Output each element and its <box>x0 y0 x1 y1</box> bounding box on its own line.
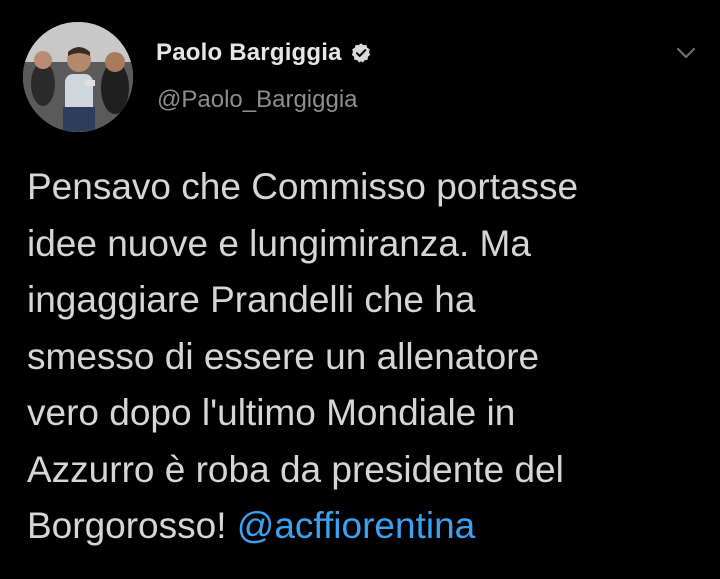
tweet-text-line: Borgorosso! <box>27 505 227 546</box>
tweet-text-line: Azzurro è roba da presidente del <box>27 448 564 490</box>
tweet-text-line: ingaggiare Prandelli che ha <box>27 279 476 320</box>
mention-link[interactable]: @acffiorentina <box>237 505 475 546</box>
verified-badge-icon <box>350 42 372 64</box>
tweet-text-line: vero dopo l'ultimo Mondiale in <box>27 392 516 433</box>
chevron-down-icon[interactable] <box>673 40 699 66</box>
avatar[interactable] <box>23 22 133 132</box>
tweet-text-line: Pensavo che Commisso portasse <box>27 166 579 207</box>
author-display-name[interactable]: Paolo Bargiggia <box>156 39 342 67</box>
author-handle[interactable]: @Paolo_Bargiggia <box>157 86 358 114</box>
author-name-row[interactable]: Paolo Bargiggia <box>156 36 372 70</box>
tweet-text: Pensavo che Commisso portasse idee nuove… <box>27 159 707 555</box>
tweet[interactable]: Paolo Bargiggia @Paolo_Bargiggia Pensavo… <box>0 0 720 579</box>
tweet-text-line: smesso di essere un allenatore <box>27 335 540 377</box>
avatar-photo <box>23 22 133 132</box>
tweet-text-line: idee nuove e lungimiranza. Ma <box>27 222 531 264</box>
